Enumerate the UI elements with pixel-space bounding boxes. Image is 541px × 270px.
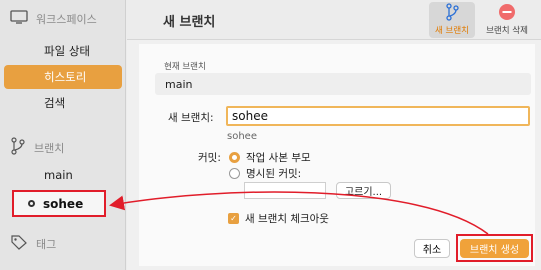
annotation-arrow-icon (109, 191, 489, 235)
